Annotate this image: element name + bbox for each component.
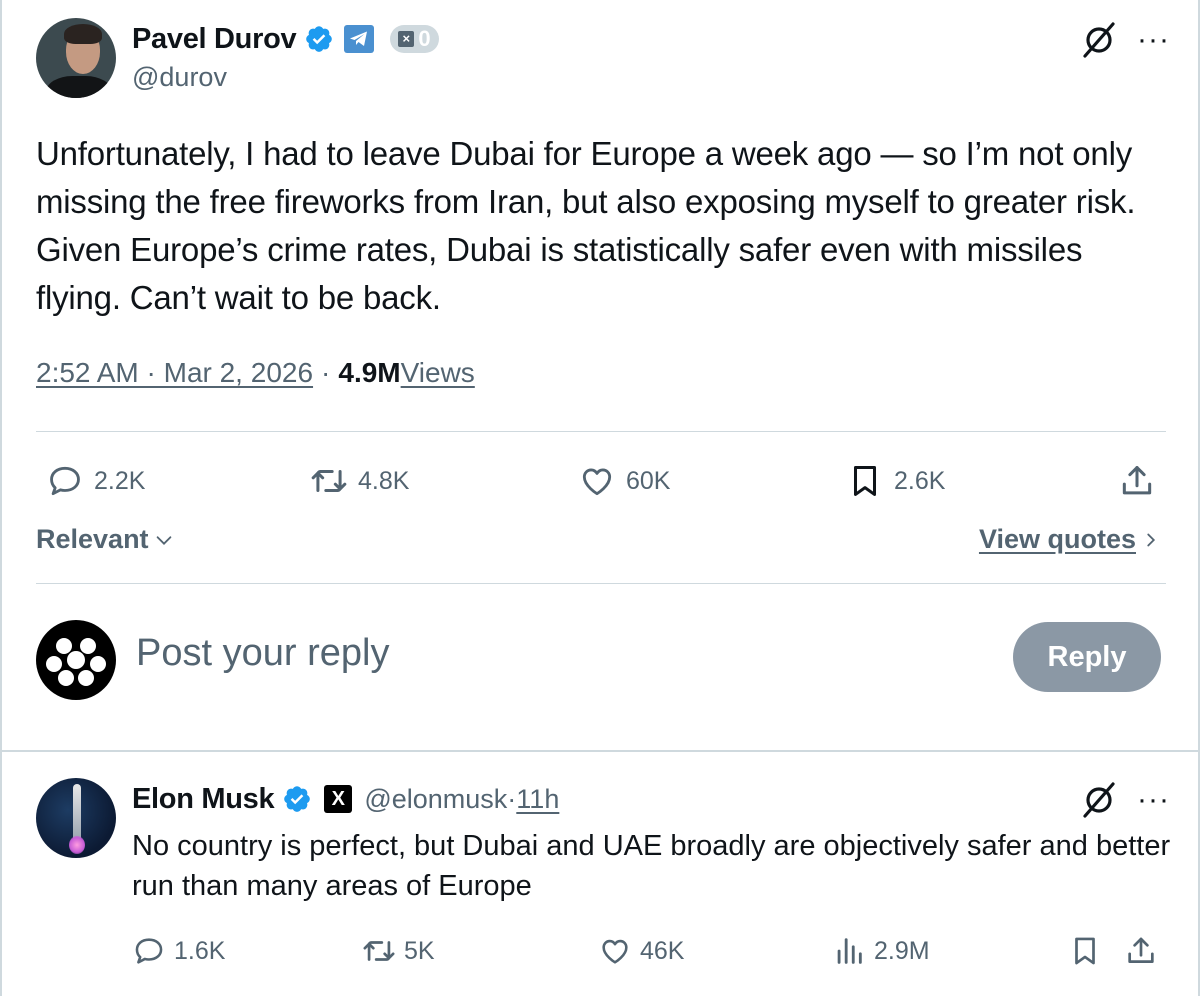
meta-separator: · [507, 783, 517, 814]
grok-icon[interactable] [1079, 780, 1119, 820]
grok-icon[interactable] [1079, 20, 1119, 60]
reply-count: 1.6K [174, 936, 226, 965]
bookmark-action[interactable] [1068, 928, 1102, 974]
views-count: 2.9M [874, 936, 930, 965]
share-icon [1128, 937, 1154, 963]
repost-icon [311, 469, 347, 493]
repost-action[interactable]: 5K [362, 928, 435, 974]
reply-icon [135, 938, 163, 964]
reply-author-avatar[interactable] [36, 778, 116, 858]
reply-top-actions: ··· [1079, 780, 1170, 820]
views-label[interactable]: Views [401, 357, 475, 389]
more-icon[interactable]: ··· [1137, 25, 1170, 55]
reply-icon [50, 466, 80, 496]
x-badge-icon: × [398, 31, 415, 47]
share-icon [1122, 466, 1152, 495]
view-quotes-link[interactable]: View quotes [979, 524, 1160, 555]
x-count-badge[interactable]: × 0 [390, 25, 439, 53]
user-logo-icon [46, 638, 106, 686]
post-timestamp[interactable]: 2:52 AM · Mar 2, 2026 [36, 357, 313, 389]
share-action[interactable] [1118, 456, 1156, 506]
reply-count: 2.2K [94, 466, 146, 495]
author-name-row: Pavel Durov × 0 [132, 20, 439, 58]
reply-action[interactable]: 2.2K [46, 456, 145, 506]
reply-input[interactable]: Post your reply [136, 632, 389, 675]
divider [36, 583, 1166, 584]
bookmark-icon [1075, 937, 1095, 965]
views-icon [837, 938, 862, 964]
chevron-down-icon [156, 535, 171, 545]
verified-badge-icon[interactable] [282, 784, 312, 814]
repost-count: 4.8K [358, 466, 410, 495]
reply-button[interactable]: Reply [1013, 622, 1161, 692]
verified-badge-icon[interactable] [304, 24, 334, 54]
like-action[interactable]: 60K [578, 456, 670, 506]
reply-text: No country is perfect, but Dubai and UAE… [132, 830, 1171, 902]
post-meta: 2:52 AM · Mar 2, 2026 · 4.9M Views [36, 357, 475, 389]
bookmark-count: 2.6K [894, 466, 946, 495]
meta-separator: · [321, 357, 331, 388]
post-actions: 2.2K 4.8K 60K 2.6K [36, 456, 1160, 506]
like-count: 46K [640, 936, 685, 965]
repost-action[interactable]: 4.8K [310, 456, 409, 506]
reply-actions: 1.6K 5K 46K 2.9M [132, 928, 1172, 974]
post-text: Unfortunately, I had to leave Dubai for … [36, 135, 1136, 316]
divider [36, 431, 1166, 432]
like-icon [582, 468, 612, 496]
like-count: 60K [626, 466, 671, 495]
like-icon [602, 939, 628, 964]
repost-icon [363, 941, 395, 961]
x-affiliate-icon[interactable]: X [324, 785, 353, 813]
bookmark-action[interactable]: 2.6K [846, 456, 945, 506]
view-quotes-label: View quotes [978, 524, 1136, 554]
telegram-icon[interactable] [344, 25, 375, 53]
sort-label: Relevant [36, 524, 149, 554]
more-icon[interactable]: ··· [1137, 785, 1170, 815]
badge-count: 0 [418, 26, 431, 51]
main-post: Pavel Durov × 0 @durov ··· Unfortunately… [0, 0, 1200, 752]
author-name[interactable]: Pavel Durov [132, 23, 297, 56]
author-handle[interactable]: @durov [132, 62, 227, 93]
reply-timestamp[interactable]: 11h [516, 784, 559, 815]
bookmark-icon [853, 466, 877, 496]
reply-action[interactable]: 1.6K [132, 928, 225, 974]
share-action[interactable] [1124, 928, 1158, 974]
reply-author-row: Elon Musk X @elonmusk · 11h [132, 780, 559, 818]
post-top-actions: ··· [1079, 20, 1170, 60]
sort-dropdown[interactable]: Relevant [36, 524, 175, 555]
repost-count: 5K [404, 936, 435, 965]
author-avatar[interactable] [36, 18, 116, 98]
reply-author-handle[interactable]: @elonmusk [364, 784, 507, 815]
current-user-avatar[interactable] [36, 620, 116, 700]
views-count[interactable]: 4.9M [338, 357, 400, 389]
views-action[interactable]: 2.9M [832, 928, 930, 974]
like-action[interactable]: 46K [598, 928, 684, 974]
chevron-right-icon [1147, 533, 1156, 546]
reply-author-name[interactable]: Elon Musk [132, 783, 275, 816]
